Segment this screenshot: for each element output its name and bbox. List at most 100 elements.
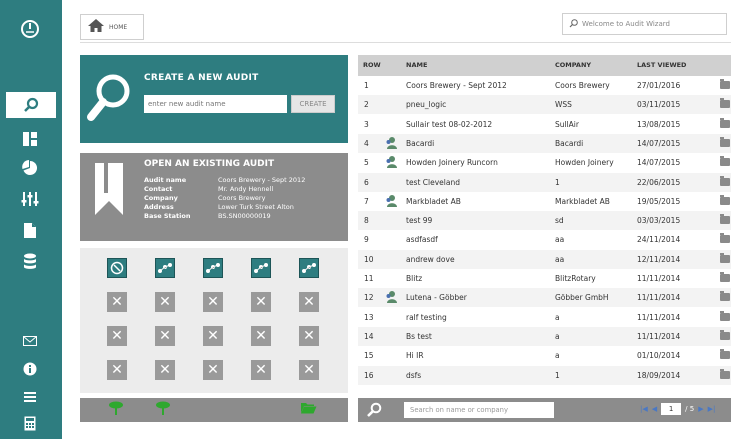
table-search-input[interactable]: Search on name or company xyxy=(404,402,554,418)
row-name: asdfasdf xyxy=(406,235,438,245)
network-tile-icon[interactable] xyxy=(299,258,319,278)
folder-icon[interactable] xyxy=(720,252,730,263)
table-footer: Search on name or company |◀ ◀ 1 / 5 ▶ ▶… xyxy=(358,398,731,422)
header-name[interactable]: NAME xyxy=(406,61,427,69)
network-tile-icon[interactable] xyxy=(155,258,175,278)
top-bar: HOME Welcome to Audit Wizard xyxy=(80,8,731,43)
folder-icon[interactable] xyxy=(720,117,730,128)
gauge-logo-icon[interactable] xyxy=(15,16,45,42)
header-company[interactable]: COMPANY xyxy=(555,61,591,69)
folder-open-icon[interactable] xyxy=(300,401,317,418)
gauge-tile-icon[interactable] xyxy=(107,258,127,278)
table-row[interactable]: 12 Lutena - Göbber Göbber GmbH 11/11/2014 xyxy=(358,288,731,308)
home-label: HOME xyxy=(109,23,128,31)
folder-icon[interactable] xyxy=(720,194,730,205)
tree-icon[interactable] xyxy=(155,401,171,419)
table-row[interactable]: 15 Hi IR a 01/10/2014 xyxy=(358,346,731,365)
row-last-viewed: 11/11/2014 xyxy=(637,312,681,322)
folder-icon[interactable] xyxy=(720,214,730,225)
home-button[interactable]: HOME xyxy=(80,14,144,40)
row-company: 1 xyxy=(555,370,560,380)
table-row[interactable]: 8 test 99 sd 03/03/2015 xyxy=(358,211,731,231)
row-name: Sullair test 08-02-2012 xyxy=(406,119,493,129)
dashboard-icon[interactable] xyxy=(15,126,45,152)
bookmark-icon xyxy=(92,161,126,217)
row-name: test 99 xyxy=(406,216,433,226)
network-tile-icon[interactable] xyxy=(251,258,271,278)
database-icon[interactable] xyxy=(15,248,45,274)
calculator-icon[interactable] xyxy=(15,410,45,436)
row-company: Bacardi xyxy=(555,138,584,148)
table-row[interactable]: 2 pneu_logic WSS 03/11/2015 xyxy=(358,95,731,115)
folder-icon[interactable] xyxy=(720,136,730,147)
table-row[interactable]: 1 Coors Brewery - Sept 2012 Coors Brewery 2… xyxy=(358,76,731,95)
document-icon[interactable] xyxy=(15,217,45,243)
table-row[interactable]: 7 Markbladet AB Markbladet AB 19/05/2015 xyxy=(358,192,731,211)
table-row[interactable]: 4 Bacardi Bacardi 14/07/2015 xyxy=(358,133,731,153)
table-row[interactable]: 9 asdfasdf aa 24/11/2014 xyxy=(358,230,731,249)
folder-icon[interactable] xyxy=(720,98,730,109)
search-icon[interactable] xyxy=(6,92,56,118)
mail-icon[interactable] xyxy=(15,328,45,354)
top-search-box[interactable]: Welcome to Audit Wizard xyxy=(562,13,727,35)
table-row[interactable]: 16 dsfs 1 18/09/2014 xyxy=(358,365,731,385)
table-row[interactable]: 11 Blitz BlitzRotary 11/11/2014 xyxy=(358,269,731,288)
row-number: 13 xyxy=(364,312,374,322)
page-number-input[interactable]: 1 xyxy=(661,403,682,415)
table-row[interactable]: 3 Sullair test 08-02-2012 SullAir 13/08/201… xyxy=(358,115,731,134)
pie-chart-icon[interactable] xyxy=(15,155,45,181)
table-row[interactable]: 14 Bs test a 11/11/2014 xyxy=(358,326,731,346)
create-button[interactable]: CREATE xyxy=(291,95,335,113)
info-icon[interactable] xyxy=(15,356,45,382)
list-icon[interactable] xyxy=(15,384,45,410)
disabled-tile-close-icon: ✕ xyxy=(155,360,175,380)
folder-icon[interactable] xyxy=(720,349,730,360)
disabled-tile-close-icon: ✕ xyxy=(299,292,319,312)
new-audit-name-input[interactable] xyxy=(144,95,287,113)
tree-icon[interactable] xyxy=(108,401,124,419)
first-page-icon[interactable]: |◀ xyxy=(640,405,648,413)
network-tile-icon[interactable] xyxy=(203,258,223,278)
row-last-viewed: 01/10/2014 xyxy=(637,351,681,361)
table-row[interactable]: 5 Howden Joinery Runcorn Howden Joinery 14/… xyxy=(358,153,731,172)
table-row[interactable]: 13 ralf testing a 11/11/2014 xyxy=(358,308,731,327)
folder-icon[interactable] xyxy=(720,368,730,379)
table-search-placeholder: Search on name or company xyxy=(410,406,509,414)
next-page-icon[interactable]: ▶ xyxy=(698,405,703,413)
person-icon xyxy=(384,290,398,304)
row-number: 3 xyxy=(364,119,369,129)
row-company: a xyxy=(555,312,560,322)
disabled-tile-close-icon: ✕ xyxy=(299,360,319,380)
pager: |◀ ◀ 1 / 5 ▶ ▶| xyxy=(640,403,715,415)
page-total: / 5 xyxy=(685,405,695,413)
folder-icon[interactable] xyxy=(720,272,730,282)
folder-icon[interactable] xyxy=(720,156,730,167)
last-page-icon[interactable]: ▶| xyxy=(708,405,716,413)
table-row[interactable]: 6 test Cleveland 1 22/06/2015 xyxy=(358,172,731,192)
person-icon xyxy=(384,136,398,150)
folder-icon[interactable] xyxy=(720,175,730,186)
folder-icon[interactable] xyxy=(720,310,730,321)
folder-icon[interactable] xyxy=(720,291,730,302)
folder-icon[interactable] xyxy=(720,233,730,244)
disabled-tile-close-icon: ✕ xyxy=(203,360,223,380)
sliders-icon[interactable] xyxy=(15,186,45,212)
row-company: SullAir xyxy=(555,119,579,129)
row-company: sd xyxy=(555,216,564,226)
row-number: 16 xyxy=(364,370,374,380)
row-last-viewed: 18/09/2014 xyxy=(637,370,681,380)
row-number: 12 xyxy=(364,293,374,303)
folder-icon[interactable] xyxy=(720,329,730,340)
row-number: 15 xyxy=(364,351,374,361)
row-last-viewed: 12/11/2014 xyxy=(637,254,681,264)
disabled-tile-close-icon: ✕ xyxy=(299,326,319,346)
magnifier-icon xyxy=(86,69,132,129)
row-company: Coors Brewery xyxy=(555,81,610,90)
folder-icon[interactable] xyxy=(720,79,730,89)
prev-page-icon[interactable]: ◀ xyxy=(652,405,657,413)
header-last-viewed[interactable]: LAST VIEWED xyxy=(637,61,686,69)
row-name: dsfs xyxy=(406,370,422,380)
row-company: BlitzRotary xyxy=(555,274,596,283)
header-row[interactable]: ROW xyxy=(363,61,381,69)
table-row[interactable]: 10 andrew dove aa 12/11/2014 xyxy=(358,249,731,269)
